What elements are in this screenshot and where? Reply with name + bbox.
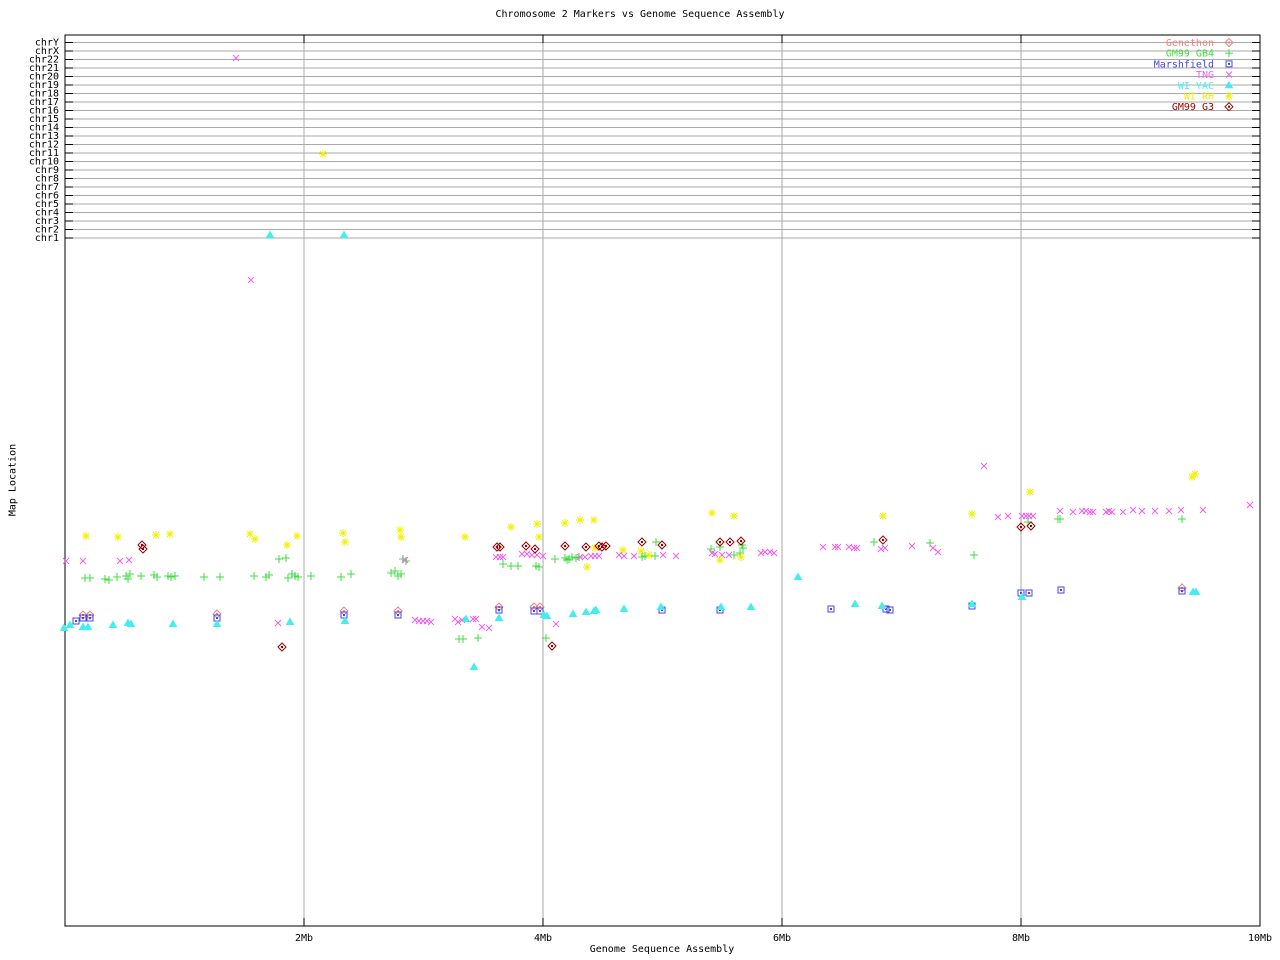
data-point xyxy=(82,617,84,619)
legend-label: Genethon xyxy=(1166,38,1214,49)
data-point xyxy=(793,572,803,580)
data-point xyxy=(89,617,91,619)
data-point xyxy=(1030,525,1032,527)
plot-area: chrYchrXchr22chr21chr20chr19chr18chr17ch… xyxy=(29,34,1272,944)
legend-label: TNG xyxy=(1196,70,1214,81)
legend-label: WI YAC xyxy=(1178,81,1214,92)
legend-label: GM99 GB4 xyxy=(1166,49,1214,60)
data-point xyxy=(1028,592,1030,594)
legend-marker xyxy=(1228,105,1230,108)
data-point xyxy=(729,541,731,543)
data-point xyxy=(1060,589,1062,591)
data-point xyxy=(168,619,178,627)
data-point xyxy=(882,539,884,541)
data-point xyxy=(343,614,345,616)
chromosome-label: chr1 xyxy=(35,233,59,244)
data-point xyxy=(568,609,578,617)
x-tick-label: 8Mb xyxy=(1012,933,1030,944)
data-point xyxy=(850,599,860,607)
data-point xyxy=(661,544,663,546)
data-point xyxy=(265,230,275,238)
data-point xyxy=(216,617,218,619)
data-point xyxy=(142,548,144,550)
data-point xyxy=(746,602,756,610)
data-point xyxy=(719,541,721,543)
x-tick-label: 2Mb xyxy=(295,933,313,944)
data-point xyxy=(585,546,587,548)
data-point xyxy=(581,607,591,615)
data-point xyxy=(534,548,536,550)
data-point xyxy=(75,620,77,622)
legend-marker xyxy=(1228,41,1230,44)
x-tick-label: 4Mb xyxy=(534,933,552,944)
data-point xyxy=(525,545,527,547)
plot-frame xyxy=(64,34,1261,927)
data-point xyxy=(564,545,566,547)
data-point xyxy=(605,545,607,547)
legend-marker xyxy=(1228,62,1230,65)
data-point xyxy=(65,620,75,628)
x-tick-label: 10Mb xyxy=(1248,933,1272,944)
data-point xyxy=(499,546,501,548)
data-point xyxy=(281,646,283,648)
data-point xyxy=(285,617,295,625)
data-point xyxy=(1181,590,1183,592)
data-point xyxy=(740,540,742,542)
legend-label: GM99 G3 xyxy=(1172,102,1214,113)
data-point xyxy=(494,613,504,621)
data-point xyxy=(108,620,118,628)
data-point xyxy=(619,604,629,612)
data-point xyxy=(641,541,643,543)
data-point xyxy=(539,610,541,612)
data-point xyxy=(1020,526,1022,528)
legend-label: WI RH xyxy=(1184,92,1214,103)
chart-canvas: Chromosome 2 Markers vs Genome Sequence … xyxy=(0,0,1280,960)
data-point xyxy=(339,230,349,238)
data-point xyxy=(889,609,891,611)
data-point xyxy=(498,609,500,611)
data-point xyxy=(83,622,93,630)
data-point xyxy=(533,610,535,612)
data-point xyxy=(397,614,399,616)
x-tick-label: 6Mb xyxy=(773,933,791,944)
data-point xyxy=(830,608,832,610)
data-point xyxy=(551,645,553,647)
data-point xyxy=(469,662,479,670)
legend-label: Marshfield xyxy=(1154,59,1214,70)
